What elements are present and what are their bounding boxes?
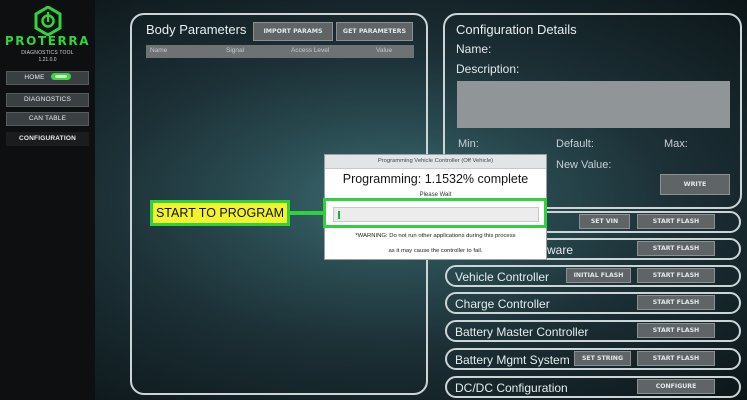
config-description-label: Description: xyxy=(456,62,520,76)
nav-diagnostics[interactable]: DIAGNOSTICS xyxy=(6,93,89,107)
start-flash-button[interactable]: START FLASH xyxy=(637,241,715,256)
column-signal: Signal xyxy=(226,47,245,54)
parameters-table-header: Name Signal Access Level Value xyxy=(146,45,414,58)
description-box xyxy=(457,81,730,128)
configure-button[interactable]: CONFIGURE xyxy=(637,379,715,394)
start-flash-button[interactable]: START FLASH xyxy=(637,268,715,283)
warning-text-line1: *WARNING: Do not run other applications … xyxy=(355,233,516,239)
initial-flash-button[interactable]: INITIAL FLASH xyxy=(566,268,631,283)
body-parameters-title: Body Parameters xyxy=(146,22,247,37)
start-flash-button[interactable]: START FLASH xyxy=(637,214,715,229)
get-parameters-button[interactable]: GET PARAMETERS xyxy=(336,22,413,41)
row-battery-mgmt-system: Battery Mgmt System SET STRING START FLA… xyxy=(445,348,741,370)
start-flash-button[interactable]: START FLASH xyxy=(637,351,715,366)
nav-home-label: HOME xyxy=(24,74,45,81)
column-access-level: Access Level xyxy=(291,47,330,54)
proterra-logo-icon xyxy=(34,6,62,36)
row-charge-controller: Charge Controller START FLASH xyxy=(445,292,741,314)
nav-configuration[interactable]: CONFIGURATION xyxy=(6,132,89,146)
row-label: Battery Mgmt System xyxy=(455,353,570,367)
row-label: ware xyxy=(547,243,574,257)
warning-text-line2: as it may cause the controller to fail. xyxy=(388,248,483,254)
row-vehicle-controller: Vehicle Controller INITIAL FLASH START F… xyxy=(445,265,741,287)
sidebar: PROTERRA DIAGNOSTICS TOOL 1.21.0.0 HOME … xyxy=(0,0,95,400)
brand-name: PROTERRA xyxy=(4,34,91,48)
nav-can-table-label: CAN TABLE xyxy=(28,115,67,122)
toggle-knob xyxy=(54,74,67,78)
row-label: DC/DC Configuration xyxy=(455,381,568,395)
row-label: Vehicle Controller xyxy=(455,270,550,284)
nav-home[interactable]: HOME xyxy=(6,71,89,85)
callout-highlight-frame xyxy=(323,198,547,228)
set-vin-button[interactable]: SET VIN xyxy=(579,214,630,229)
write-button[interactable]: WRITE xyxy=(660,174,730,195)
nav-diagnostics-label: DIAGNOSTICS xyxy=(24,96,71,103)
import-params-button[interactable]: IMPORT PARAMS xyxy=(253,22,333,41)
start-flash-button[interactable]: START FLASH xyxy=(637,295,715,310)
nav-can-table[interactable]: CAN TABLE xyxy=(6,112,89,126)
column-name: Name xyxy=(150,47,168,54)
start-flash-button[interactable]: START FLASH xyxy=(637,323,715,338)
configuration-details-title: Configuration Details xyxy=(456,22,577,37)
config-name-label: Name: xyxy=(456,42,492,56)
callout-connector xyxy=(290,211,323,215)
config-max-label: Max: xyxy=(664,138,688,150)
nav-configuration-label: CONFIGURATION xyxy=(18,135,76,142)
column-value: Value xyxy=(376,47,393,54)
config-min-label: Min: xyxy=(458,138,479,150)
start-to-program-callout: START TO PROGRAM xyxy=(150,200,290,226)
config-default-label: Default: xyxy=(556,138,594,150)
app-version: 1.21.0.0 xyxy=(38,57,57,63)
row-label: Charge Controller xyxy=(455,297,550,311)
dialog-title: Programming Vehicle Controller (Off Vehi… xyxy=(325,155,546,169)
app-subtitle: DIAGNOSTICS TOOL xyxy=(21,50,74,56)
row-dcdc-configuration: DC/DC Configuration CONFIGURE xyxy=(445,376,741,398)
row-battery-master-controller: Battery Master Controller START FLASH xyxy=(445,320,741,342)
config-new-value-label: New Value: xyxy=(556,159,612,171)
programming-progress-text: Programming: 1.1532% complete xyxy=(342,172,529,186)
set-string-button[interactable]: SET STRING xyxy=(574,351,631,366)
home-toggle[interactable] xyxy=(50,72,71,80)
row-label: Battery Master Controller xyxy=(455,325,589,339)
